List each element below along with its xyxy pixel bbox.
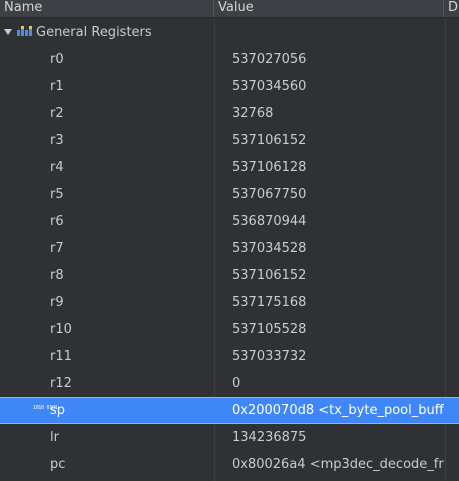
register-name-cell: pc [0, 451, 214, 478]
register-row[interactable]: r4 537106128 [0, 154, 459, 181]
register-name: pc [50, 457, 66, 472]
column-header: Name Value D [0, 0, 459, 18]
header-name[interactable]: Name [0, 0, 214, 17]
register-value[interactable]: 134236875 [232, 424, 459, 451]
register-name-cell: r2 [0, 100, 214, 127]
register-value[interactable]: 537034528 [232, 235, 459, 262]
register-value[interactable]: 0x80026a4 <mp3dec_decode_fr [232, 451, 459, 478]
register-value[interactable]: 537033732 [232, 343, 459, 370]
register-name: r0 [50, 52, 64, 67]
register-row[interactable]: r2 32768 [0, 100, 459, 127]
register-name: r1 [50, 79, 64, 94]
register-row[interactable]: r1 537034560 [0, 73, 459, 100]
register-name: lr [50, 430, 59, 445]
register-name-cell: r3 [0, 127, 214, 154]
register-name: r11 [50, 349, 72, 364]
register-row[interactable]: r10 537105528 [0, 316, 459, 343]
register-row[interactable]: r0 537027056 [0, 46, 459, 73]
register-row[interactable]: r5 537067750 [0, 181, 459, 208]
register-name: r6 [50, 214, 64, 229]
register-group-icon [17, 26, 33, 36]
register-name: r9 [50, 295, 64, 310]
register-row[interactable]: r3 537106152 [0, 127, 459, 154]
header-value[interactable]: Value [214, 0, 444, 17]
group-label: General Registers [36, 25, 152, 40]
register-value[interactable]: 536870944 [232, 208, 459, 235]
register-value[interactable]: 537027056 [232, 46, 459, 73]
register-value[interactable]: 537106128 [232, 154, 459, 181]
register-name: sp [50, 403, 66, 418]
register-value[interactable]: 537105528 [232, 316, 459, 343]
register-value[interactable]: 32768 [232, 100, 459, 127]
register-name-cell: r5 [0, 181, 214, 208]
register-name: r3 [50, 133, 64, 148]
group-general-registers[interactable]: General Registers [0, 19, 459, 46]
register-value[interactable]: 537067750 [232, 181, 459, 208]
register-name-cell: r1 [0, 73, 214, 100]
register-value[interactable]: 537034560 [232, 73, 459, 100]
register-name-cell: r0 [0, 46, 214, 73]
binary-icon: 1010 0101 [33, 405, 58, 411]
expand-arrow-icon[interactable] [4, 29, 12, 35]
register-row[interactable]: r9 537175168 [0, 289, 459, 316]
register-row[interactable]: lr 134236875 [0, 424, 459, 451]
register-name: r2 [50, 106, 64, 121]
register-name-cell: r12 [0, 370, 214, 397]
register-value[interactable]: 0x200070d8 <tx_byte_pool_buff [232, 398, 459, 423]
register-name: r7 [50, 241, 64, 256]
register-row[interactable]: r12 0 [0, 370, 459, 397]
register-name-cell: r8 [0, 262, 214, 289]
register-name: r12 [50, 376, 72, 391]
register-name: r4 [50, 160, 64, 175]
register-value[interactable]: 0 [232, 370, 459, 397]
register-tree: General Registers r0 537027056 r1 537034560… [0, 19, 459, 478]
register-name-cell: r11 [0, 343, 214, 370]
register-row[interactable]: r11 537033732 [0, 343, 459, 370]
register-name-cell: 1010 0101 sp [0, 398, 214, 423]
register-row[interactable]: pc 0x80026a4 <mp3dec_decode_fr [0, 451, 459, 478]
registers-view: Name Value D General Registers r0 5370270… [0, 0, 459, 481]
register-row[interactable]: 1010 0101 sp 0x200070d8 <tx_byte_pool_buff [0, 397, 459, 424]
header-description[interactable]: D [444, 0, 459, 17]
register-name: r5 [50, 187, 64, 202]
register-value[interactable]: 537106152 [232, 262, 459, 289]
register-name: r8 [50, 268, 64, 283]
register-name-cell: r9 [0, 289, 214, 316]
register-row[interactable]: r6 536870944 [0, 208, 459, 235]
register-name-cell: r6 [0, 208, 214, 235]
register-name-cell: r10 [0, 316, 214, 343]
register-value[interactable]: 537106152 [232, 127, 459, 154]
register-value[interactable]: 537175168 [232, 289, 459, 316]
register-name-cell: r4 [0, 154, 214, 181]
register-row[interactable]: r7 537034528 [0, 235, 459, 262]
register-name: r10 [50, 322, 72, 337]
register-row[interactable]: r8 537106152 [0, 262, 459, 289]
register-name-cell: lr [0, 424, 214, 451]
register-name-cell: r7 [0, 235, 214, 262]
